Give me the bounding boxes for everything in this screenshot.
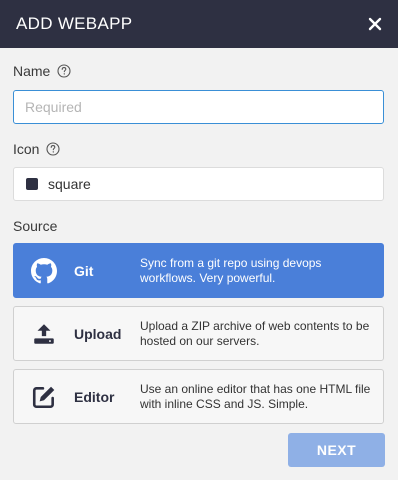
question-circle-icon[interactable]	[46, 142, 61, 156]
dialog-footer: NEXT	[288, 433, 385, 467]
github-icon	[14, 257, 74, 284]
dialog-header: ADD WEBAPP	[0, 0, 398, 48]
source-option-description: Upload a ZIP archive of web contents to …	[140, 318, 370, 348]
dialog-title: ADD WEBAPP	[16, 14, 133, 33]
name-field-label: Name	[13, 62, 385, 80]
icon-field-label: Icon	[13, 140, 385, 158]
source-option-name: Upload	[74, 325, 122, 342]
close-icon	[368, 17, 382, 31]
source-option-description: Sync from a git repo using devops workfl…	[140, 255, 322, 285]
next-button[interactable]: NEXT	[288, 433, 385, 467]
question-circle-icon[interactable]	[57, 64, 71, 78]
name-input[interactable]	[13, 90, 384, 124]
edit-icon	[14, 384, 74, 410]
source-option-name: Git	[74, 262, 94, 279]
dialog-content: Name Icon square	[0, 48, 398, 424]
icon-label-text: Icon	[13, 141, 40, 157]
source-label-text: Source	[13, 218, 58, 234]
name-label-text: Name	[13, 63, 51, 79]
source-option-git[interactable]: Git Sync from a git repo using devops wo…	[13, 243, 384, 298]
icon-select-value: square	[48, 176, 91, 192]
source-option-name: Editor	[74, 388, 115, 405]
source-options: Git Sync from a git repo using devops wo…	[13, 243, 385, 424]
source-option-editor[interactable]: Editor Use an online editor that has one…	[13, 369, 384, 424]
add-webapp-dialog: ADD WEBAPP Name Icon	[0, 0, 398, 480]
source-label: Source	[13, 217, 385, 235]
close-button[interactable]	[364, 13, 386, 35]
upload-icon	[14, 321, 74, 347]
icon-select[interactable]: square	[13, 167, 384, 201]
source-option-description: Use an online editor that has one HTML f…	[140, 381, 371, 411]
square-icon	[26, 178, 38, 190]
source-option-upload[interactable]: Upload Upload a ZIP archive of web conte…	[13, 306, 384, 361]
